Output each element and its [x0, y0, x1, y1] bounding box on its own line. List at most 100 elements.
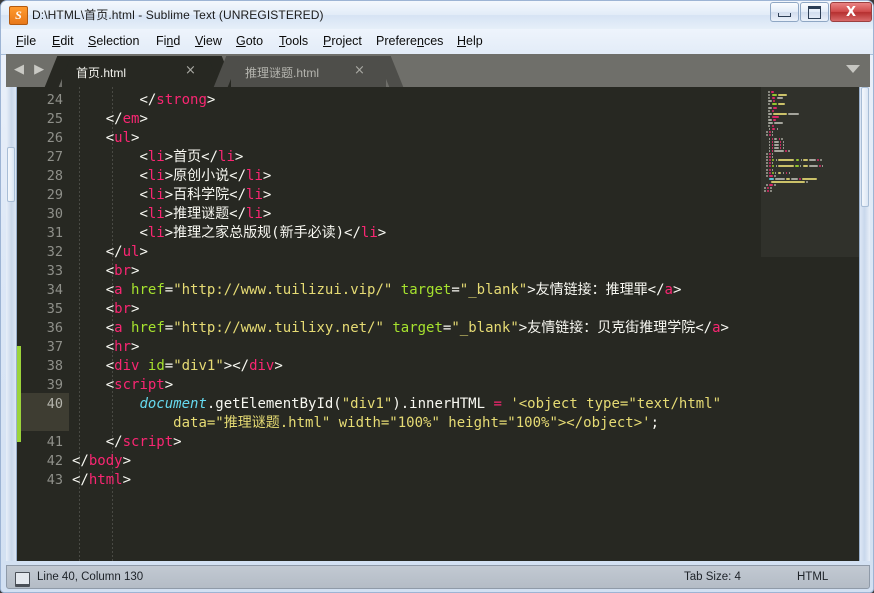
- code-token: li: [360, 225, 378, 241]
- cursor-position[interactable]: Line 40, Column 130: [37, 571, 143, 583]
- vertical-scrollbar[interactable]: [859, 87, 870, 561]
- menu-item-preferences[interactable]: Preferences: [373, 33, 446, 49]
- code-token: ul: [114, 130, 132, 146]
- code-line[interactable]: document.getElementById("div1").innerHTM…: [72, 395, 721, 414]
- code-line[interactable]: <script>: [72, 376, 173, 395]
- line-number: 43: [46, 472, 63, 488]
- close-button[interactable]: X: [830, 2, 872, 22]
- code-token: <: [105, 301, 115, 317]
- code-line[interactable]: <div id="div1"></div>: [72, 357, 283, 376]
- minimap-line: [778, 94, 788, 97]
- tab-size-indicator[interactable]: Tab Size: 4: [684, 571, 741, 583]
- tab-close-icon[interactable]: ×: [354, 63, 365, 78]
- menu-item-selection[interactable]: Selection: [85, 33, 142, 49]
- code-line[interactable]: <ul>: [72, 129, 140, 148]
- code-line[interactable]: <li>首页</li>: [72, 148, 243, 167]
- code-token: ;: [650, 415, 660, 431]
- code-token: >: [131, 263, 140, 279]
- minimize-button[interactable]: [770, 2, 799, 22]
- code-line[interactable]: <li>原创小说</li>: [72, 167, 271, 186]
- code-token: div: [249, 358, 275, 374]
- line-number: 37: [46, 339, 63, 355]
- code-line[interactable]: <a href="http://www.tuilizui.vip/" targe…: [72, 281, 682, 300]
- minimap-line: [771, 180, 805, 183]
- code-token: </: [105, 111, 123, 127]
- code-token: body: [88, 453, 123, 469]
- menu-item-project[interactable]: Project: [320, 33, 365, 49]
- maximize-button[interactable]: [800, 2, 829, 22]
- editor-area[interactable]: 24 25 26 27 28 29 30 31 32 33 34 35 36 37 38 39 40 41 42 43…: [6, 87, 870, 561]
- menu-item-find[interactable]: Find: [153, 33, 183, 49]
- menu-item-edit[interactable]: Edit: [49, 33, 77, 49]
- menu-item-help[interactable]: Help: [454, 33, 486, 49]
- code-token: ></: [223, 358, 250, 374]
- window-title: D:\HTML\首页.html - Sublime Text (UNREGIST…: [32, 8, 324, 22]
- tab-0[interactable]: 首页.html ×: [44, 56, 235, 87]
- minimap-line: [771, 149, 774, 152]
- menu-item-goto[interactable]: Goto: [233, 33, 266, 49]
- code-content[interactable]: </strong> </em> <ul> <li>首页</li> <li>原创小…: [72, 87, 762, 561]
- minimap-line: [771, 146, 774, 149]
- menu-item-tools[interactable]: Tools: [276, 33, 311, 49]
- syntax-indicator[interactable]: HTML: [797, 571, 828, 583]
- menu-item-file[interactable]: File: [13, 33, 39, 49]
- left-scrollbar-thumb[interactable]: [7, 147, 15, 202]
- code-token: em: [122, 111, 140, 127]
- minimap-line: [774, 174, 776, 177]
- minimap-line: [772, 171, 774, 174]
- code-token: li: [218, 149, 235, 165]
- code-token: >: [173, 434, 182, 450]
- left-scrollbar[interactable]: [6, 87, 17, 561]
- minimap-line: [806, 180, 808, 183]
- minimap-line: [782, 143, 785, 146]
- code-line[interactable]: </script>: [72, 433, 182, 452]
- code-line[interactable]: <hr>: [72, 338, 140, 357]
- code-token: target: [392, 320, 443, 336]
- minimap[interactable]: [761, 87, 859, 561]
- code-line[interactable]: data="推理谜题.html" width="100%" height="10…: [72, 414, 659, 433]
- minimap-line: [776, 97, 783, 100]
- vertical-scrollbar-thumb[interactable]: [861, 87, 869, 207]
- code-token: >推理谜题</: [164, 206, 247, 222]
- code-token: '<object type="text/html": [510, 396, 722, 412]
- code-line[interactable]: </ul>: [72, 243, 148, 262]
- line-number: 29: [46, 187, 63, 203]
- minimap-line: [768, 91, 770, 93]
- code-token: >推理之家总版规(新手必读)</: [164, 225, 361, 241]
- code-token: </: [72, 453, 89, 469]
- minimap-line: [771, 94, 778, 97]
- code-token: strong: [156, 92, 207, 108]
- minimap-line: [781, 137, 783, 140]
- sublime-text-app-icon: S: [9, 6, 28, 25]
- code-token: >: [122, 472, 132, 488]
- status-bar: Line 40, Column 130 Tab Size: 4 HTML: [6, 565, 870, 589]
- code-token: <: [139, 225, 148, 241]
- code-line[interactable]: </html>: [72, 471, 131, 490]
- code-line[interactable]: <li>推理之家总版规(新手必读)</li>: [72, 224, 386, 243]
- menu-item-view[interactable]: View: [192, 33, 225, 49]
- minimap-line: [820, 159, 822, 162]
- code-token: >: [262, 187, 272, 203]
- tab-1[interactable]: 推理谜题.html ×: [213, 56, 404, 87]
- tab-close-icon[interactable]: ×: [185, 63, 196, 78]
- code-line[interactable]: <li>推理谜题</li>: [72, 205, 271, 224]
- code-line[interactable]: </em>: [72, 110, 148, 129]
- line-number: 34: [46, 282, 63, 298]
- line-number: 35: [46, 301, 63, 317]
- code-line[interactable]: </body>: [72, 452, 131, 471]
- tab-nav-arrows[interactable]: ◀ ▶: [14, 62, 47, 77]
- code-line[interactable]: <br>: [72, 300, 140, 319]
- minimap-line: [809, 159, 817, 162]
- line-number: 42: [46, 453, 63, 469]
- code-line[interactable]: </strong>: [72, 91, 215, 110]
- code-line[interactable]: <li>百科学院</li>: [72, 186, 271, 205]
- code-token: <: [105, 263, 115, 279]
- code-line[interactable]: <br>: [72, 262, 140, 281]
- code-line[interactable]: <a href="http://www.tuilixy.net/" target…: [72, 319, 729, 338]
- code-token: li: [147, 206, 165, 222]
- chevron-down-icon[interactable]: [846, 65, 860, 73]
- maximize-icon: [801, 3, 828, 21]
